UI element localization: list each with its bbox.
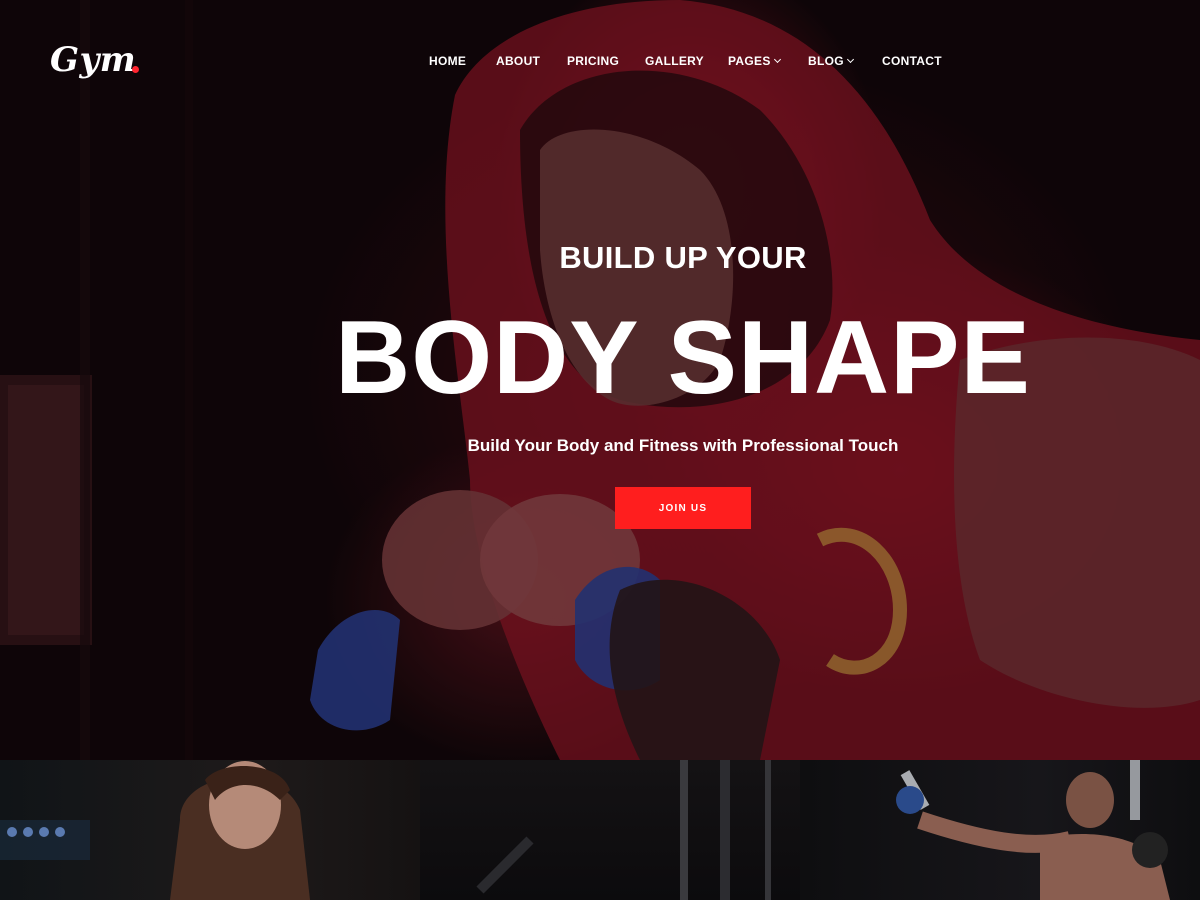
nav-item-label: BLOG	[808, 54, 844, 68]
gallery-image-equipment-art	[476, 760, 771, 900]
gallery-image-woman[interactable]	[0, 760, 420, 900]
hero-title: BODY SHAPE	[335, 300, 1031, 416]
hero-tagline: Build Your Body and Fitness with Profess…	[467, 436, 899, 455]
nav-item-label: GALLERY	[645, 54, 704, 68]
gallery-image-woman-art	[0, 761, 310, 900]
hero-subtitle: BUILD UP YOUR	[559, 240, 807, 275]
nav-item-pages[interactable]: PAGES	[728, 52, 781, 70]
nav-item-label: PRICING	[567, 54, 620, 68]
nav-item-blog[interactable]: BLOG	[808, 52, 854, 70]
chevron-down-icon	[846, 55, 854, 64]
logo-dot	[132, 66, 139, 73]
gallery-image-boxer-art	[896, 760, 1170, 900]
logo[interactable]: Gym	[50, 40, 136, 80]
gallery-image-boxer[interactable]	[800, 760, 1200, 900]
gallery-image-equipment[interactable]	[420, 760, 800, 900]
chevron-down-icon	[773, 55, 781, 64]
nav-item-label: ABOUT	[496, 54, 541, 68]
nav-item-contact[interactable]: CONTACT	[882, 52, 942, 70]
nav-item-gallery[interactable]: GALLERY	[645, 52, 704, 70]
gallery-strip	[0, 760, 1200, 900]
nav-item-about[interactable]: ABOUT	[496, 52, 540, 70]
join-us-button[interactable]: JOIN US	[615, 487, 751, 529]
nav-item-home[interactable]: HOME	[429, 52, 466, 70]
logo-text: Gym	[50, 40, 137, 80]
nav-item-label: PAGES	[728, 54, 771, 68]
nav-item-label: HOME	[429, 54, 467, 68]
nav-item-label: CONTACT	[882, 54, 942, 68]
nav-item-pricing[interactable]: PRICING	[567, 52, 619, 70]
